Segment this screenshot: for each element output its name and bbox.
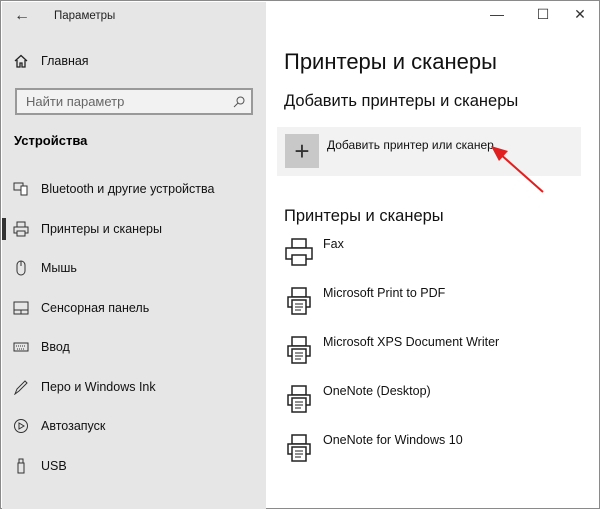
printer-icon [287, 336, 311, 364]
sidebar: ← Параметры Главная Найти параметр Устро… [2, 2, 266, 509]
sidebar-item[interactable]: Перо и Windows Ink [2, 368, 266, 406]
printer-name: Fax [323, 237, 344, 251]
usb-icon [13, 458, 29, 474]
keyboard-icon [13, 339, 29, 355]
plus-icon: + [285, 134, 319, 168]
pen-icon [13, 379, 29, 395]
settings-window: ← Параметры Главная Найти параметр Устро… [0, 0, 600, 509]
search-icon[interactable] [233, 96, 245, 108]
sidebar-item[interactable]: Bluetooth и другие устройства [2, 170, 266, 208]
bluetooth-devices-icon [13, 181, 29, 197]
sidebar-item[interactable]: Ввод [2, 328, 266, 366]
annotation-arrow [491, 146, 544, 193]
sidebar-item-label: Мышь [41, 261, 77, 275]
autoplay-icon [13, 418, 29, 434]
home-label: Главная [41, 54, 89, 68]
minimize-button[interactable]: — [482, 6, 512, 22]
sidebar-item[interactable]: USB [2, 447, 266, 485]
add-printer-label: Добавить принтер или сканер [327, 138, 494, 152]
printer-icon [285, 238, 313, 266]
printer-item[interactable]: OneNote (Desktop) [284, 384, 584, 428]
sidebar-item-label: Сенсорная панель [41, 300, 150, 315]
sidebar-item-label: Принтеры и сканеры [41, 221, 162, 236]
window-title: Параметры [54, 10, 116, 22]
sidebar-item[interactable]: Автозапуск [2, 407, 266, 445]
printer-icon [13, 221, 29, 237]
touchpad-icon [13, 300, 29, 316]
printer-icon [287, 385, 311, 413]
printer-icon [287, 287, 311, 315]
sidebar-item[interactable]: Принтеры и сканеры [2, 210, 266, 248]
back-arrow-icon[interactable]: ← [14, 7, 30, 25]
page-title: Принтеры и сканеры [284, 49, 497, 74]
printer-icon [287, 434, 311, 462]
maximize-button[interactable]: ☐ [528, 6, 558, 23]
home-icon [13, 54, 29, 68]
printer-item[interactable]: Microsoft XPS Document Writer [284, 335, 584, 379]
printers-heading: Принтеры и сканеры [284, 207, 444, 225]
add-heading: Добавить принтеры и сканеры [284, 92, 519, 110]
sidebar-home[interactable]: Главная [2, 42, 266, 80]
sidebar-item-label: USB [41, 458, 67, 473]
printer-name: Microsoft Print to PDF [323, 286, 446, 300]
printer-name: Microsoft XPS Document Writer [323, 335, 500, 349]
sidebar-item-label: Автозапуск [41, 419, 106, 433]
sidebar-item[interactable]: Мышь [2, 249, 266, 287]
mouse-icon [13, 260, 29, 276]
sidebar-item-label: Ввод [41, 340, 70, 354]
search-input[interactable]: Найти параметр [15, 88, 253, 115]
content-pane: — ☐ ✕ Принтеры и сканеры Добавить принте… [266, 2, 598, 507]
search-placeholder: Найти параметр [26, 94, 125, 109]
sidebar-item-label: Перо и Windows Ink [41, 379, 156, 394]
printer-item[interactable]: OneNote for Windows 10 [284, 433, 584, 477]
close-button[interactable]: ✕ [565, 6, 595, 23]
sidebar-item[interactable]: Сенсорная панель [2, 289, 266, 327]
sidebar-item-label: Bluetooth и другие устройства [41, 182, 215, 196]
printer-item[interactable]: Fax [284, 237, 584, 281]
section-heading: Устройства [14, 133, 88, 148]
printer-name: OneNote for Windows 10 [323, 433, 463, 447]
printer-name: OneNote (Desktop) [323, 384, 431, 398]
printer-item[interactable]: Microsoft Print to PDF [284, 286, 584, 330]
